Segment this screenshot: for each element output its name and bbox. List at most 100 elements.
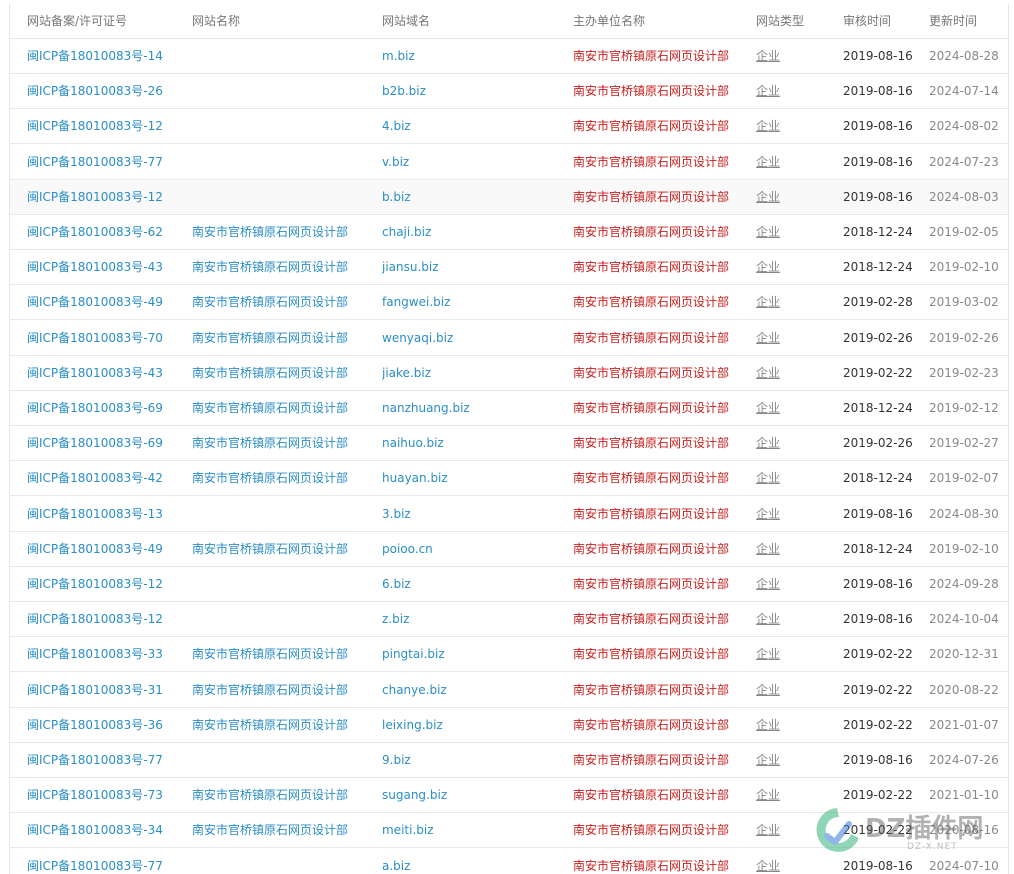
site-name-link[interactable]: 南安市官桥镇原石网页设计部 [192, 673, 377, 708]
site-name-link[interactable] [192, 743, 377, 778]
domain-link[interactable]: meiti.biz [382, 813, 567, 848]
domain-link[interactable]: leixing.biz [382, 708, 567, 743]
site-name-link[interactable] [192, 602, 377, 637]
domain-link[interactable]: 9.biz [382, 743, 567, 778]
license-link[interactable]: 闽ICP备18010083号-34 [27, 813, 187, 848]
license-link[interactable]: 闽ICP备18010083号-12 [27, 602, 187, 637]
license-link[interactable]: 闽ICP备18010083号-14 [27, 39, 187, 74]
site-type-link[interactable]: 企业 [756, 356, 836, 391]
site-name-link[interactable] [192, 74, 377, 109]
site-name-link[interactable]: 南安市官桥镇原石网页设计部 [192, 708, 377, 743]
site-name-link[interactable]: 南安市官桥镇原石网页设计部 [192, 637, 377, 672]
domain-link[interactable]: pingtai.biz [382, 637, 567, 672]
license-link[interactable]: 闽ICP备18010083号-69 [27, 391, 187, 426]
site-type-link[interactable]: 企业 [756, 532, 836, 567]
site-type-link[interactable]: 企业 [756, 250, 836, 285]
site-type-link[interactable]: 企业 [756, 673, 836, 708]
license-link[interactable]: 闽ICP备18010083号-69 [27, 426, 187, 461]
license-link[interactable]: 闽ICP备18010083号-33 [27, 637, 187, 672]
site-name-link[interactable]: 南安市官桥镇原石网页设计部 [192, 285, 377, 320]
domain-link[interactable]: m.biz [382, 39, 567, 74]
license-link[interactable]: 闽ICP备18010083号-36 [27, 708, 187, 743]
license-link[interactable]: 闽ICP备18010083号-43 [27, 250, 187, 285]
site-type-link[interactable]: 企业 [756, 109, 836, 144]
domain-link[interactable]: wenyaqi.biz [382, 321, 567, 356]
domain-link[interactable]: sugang.biz [382, 778, 567, 813]
license-link[interactable]: 闽ICP备18010083号-43 [27, 356, 187, 391]
site-type-link[interactable]: 企业 [756, 39, 836, 74]
site-type-link[interactable]: 企业 [756, 321, 836, 356]
site-name-link[interactable] [192, 180, 377, 215]
site-type-link[interactable]: 企业 [756, 637, 836, 672]
domain-link[interactable]: jiansu.biz [382, 250, 567, 285]
organizer-name: 南安市官桥镇原石网页设计部 [573, 436, 730, 451]
site-name-link[interactable] [192, 497, 377, 532]
site-type-link[interactable]: 企业 [756, 708, 836, 743]
site-type-link[interactable]: 企业 [756, 145, 836, 180]
site-name-link[interactable]: 南安市官桥镇原石网页设计部 [192, 321, 377, 356]
site-name-link[interactable]: 南安市官桥镇原石网页设计部 [192, 813, 377, 848]
site-type-link[interactable]: 企业 [756, 461, 836, 496]
site-name-link[interactable]: 南安市官桥镇原石网页设计部 [192, 391, 377, 426]
site-type-link[interactable]: 企业 [756, 602, 836, 637]
organizer-name: 南安市官桥镇原石网页设计部 [573, 506, 730, 521]
domain-link[interactable]: chaji.biz [382, 215, 567, 250]
license-link[interactable]: 闽ICP备18010083号-70 [27, 321, 187, 356]
domain-link[interactable]: nanzhuang.biz [382, 391, 567, 426]
license-link[interactable]: 闽ICP备18010083号-49 [27, 532, 187, 567]
site-type-link[interactable]: 企业 [756, 426, 836, 461]
site-name-link[interactable]: 南安市官桥镇原石网页设计部 [192, 461, 377, 496]
site-type-link[interactable]: 企业 [756, 391, 836, 426]
domain-link[interactable]: fangwei.biz [382, 285, 567, 320]
site-type-link[interactable]: 企业 [756, 497, 836, 532]
site-name-link[interactable] [192, 849, 377, 874]
site-type-link[interactable]: 企业 [756, 285, 836, 320]
domain-link[interactable]: chanye.biz [382, 673, 567, 708]
domain-link[interactable]: z.biz [382, 602, 567, 637]
license-link[interactable]: 闽ICP备18010083号-42 [27, 461, 187, 496]
license-link[interactable]: 闽ICP备18010083号-13 [27, 497, 187, 532]
site-type-link[interactable]: 企业 [756, 567, 836, 602]
site-type-link[interactable]: 企业 [756, 180, 836, 215]
update-time: 2019-02-07 [929, 471, 999, 486]
site-name-link[interactable]: 南安市官桥镇原石网页设计部 [192, 356, 377, 391]
domain-link[interactable]: jiake.biz [382, 356, 567, 391]
site-name-link[interactable] [192, 109, 377, 144]
site-type-link[interactable]: 企业 [756, 743, 836, 778]
domain-link[interactable]: poioo.cn [382, 532, 567, 567]
domain-link[interactable]: huayan.biz [382, 461, 567, 496]
license-link[interactable]: 闽ICP备18010083号-12 [27, 567, 187, 602]
license-link[interactable]: 闽ICP备18010083号-31 [27, 673, 187, 708]
domain-link[interactable]: 3.biz [382, 497, 567, 532]
domain-link[interactable]: b.biz [382, 180, 567, 215]
license-link[interactable]: 闽ICP备18010083号-73 [27, 778, 187, 813]
domain-link[interactable]: v.biz [382, 145, 567, 180]
dz-watermark-logo: DZ插件网 DZ-X.NET [815, 800, 1014, 860]
site-type-link[interactable]: 企业 [756, 74, 836, 109]
update-time: 2019-02-26 [929, 330, 999, 345]
site-name-link[interactable]: 南安市官桥镇原石网页设计部 [192, 215, 377, 250]
license-link[interactable]: 闽ICP备18010083号-12 [27, 180, 187, 215]
site-name-link[interactable] [192, 145, 377, 180]
site-name-link[interactable]: 南安市官桥镇原石网页设计部 [192, 250, 377, 285]
site-name-link[interactable]: 南安市官桥镇原石网页设计部 [192, 426, 377, 461]
organizer-name: 南安市官桥镇原石网页设计部 [573, 788, 730, 803]
audit-time: 2018-12-24 [843, 471, 913, 486]
domain-link[interactable]: b2b.biz [382, 74, 567, 109]
license-link[interactable]: 闽ICP备18010083号-49 [27, 285, 187, 320]
site-type-link[interactable]: 企业 [756, 215, 836, 250]
domain-link[interactable]: 6.biz [382, 567, 567, 602]
license-link[interactable]: 闽ICP备18010083号-77 [27, 145, 187, 180]
license-link[interactable]: 闽ICP备18010083号-26 [27, 74, 187, 109]
license-link[interactable]: 闽ICP备18010083号-77 [27, 743, 187, 778]
domain-link[interactable]: a.biz [382, 849, 567, 874]
site-name-link[interactable]: 南安市官桥镇原石网页设计部 [192, 532, 377, 567]
license-link[interactable]: 闽ICP备18010083号-62 [27, 215, 187, 250]
domain-link[interactable]: naihuo.biz [382, 426, 567, 461]
site-name-link[interactable] [192, 39, 377, 74]
site-name-link[interactable] [192, 567, 377, 602]
license-link[interactable]: 闽ICP备18010083号-12 [27, 109, 187, 144]
license-link[interactable]: 闽ICP备18010083号-77 [27, 849, 187, 874]
domain-link[interactable]: 4.biz [382, 109, 567, 144]
site-name-link[interactable]: 南安市官桥镇原石网页设计部 [192, 778, 377, 813]
